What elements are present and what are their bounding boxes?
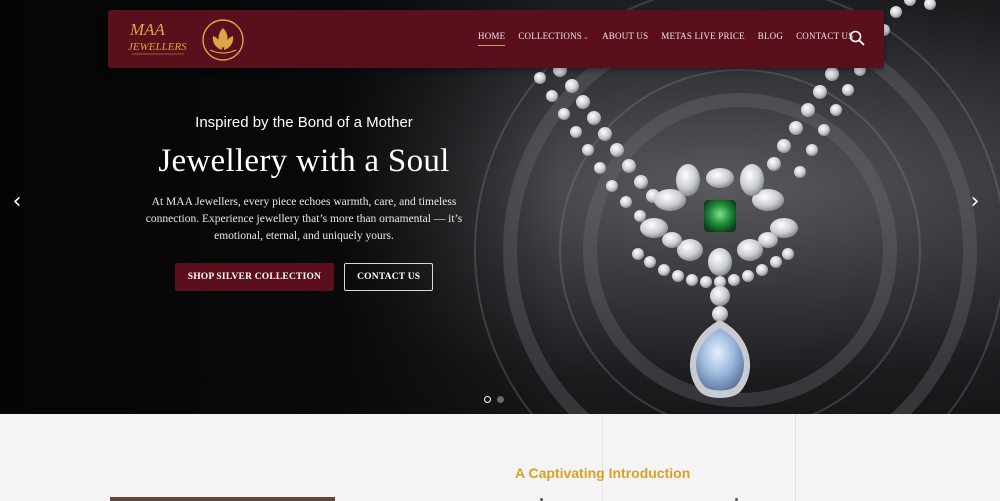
hero-headline: Jewellery with a Soul [158,143,450,179]
slide-dot-2[interactable] [497,396,504,403]
maa-jewellers-logo[interactable]: MAA JEWELLERS [128,16,244,64]
nav-collections-label: COLLECTIONS [518,31,583,41]
divider [795,414,796,501]
nav-home[interactable]: HOME [478,31,506,46]
contact-us-button[interactable]: CONTACT US [344,263,434,291]
nav-contact-us[interactable]: CONTACT US [796,31,853,41]
intro-image [110,497,335,501]
logo-text-maa: MAA [129,20,166,39]
nav-about-us[interactable]: ABOUT US [602,31,648,41]
hero-description: At MAA Jewellers, every piece echoes war… [145,196,463,242]
site-header: MAA JEWELLERS HOME COLLECTIONS⌄ ABOUT US… [108,10,884,68]
nav-metas-live-price[interactable]: METAS LIVE PRICE [661,31,744,41]
divider [602,414,603,501]
slide-dot-1[interactable] [484,396,491,403]
chevron-down-icon: ⌄ [583,33,590,41]
logo-text-jewellers: JEWELLERS [128,41,187,53]
hero-tagline: Inspired by the Bond of a Mother [195,114,413,131]
shop-silver-collection-button[interactable]: SHOP SILVER COLLECTION [174,263,335,291]
search-icon[interactable] [849,30,865,46]
hero-content: Inspired by the Bond of a Mother Jewelle… [140,114,468,291]
nav-collections[interactable]: COLLECTIONS⌄ [518,31,589,41]
intro-title: A Captivating Introduction [515,465,691,481]
slider-pagination [484,396,504,403]
nav-blog[interactable]: BLOG [758,31,783,41]
main-nav: HOME COLLECTIONS⌄ ABOUT US METAS LIVE PR… [478,31,866,46]
hero-cta-group: SHOP SILVER COLLECTION CONTACT US [140,263,468,291]
slider-next-arrow[interactable]: › [965,190,985,214]
slider-prev-arrow[interactable]: ‹ [7,190,27,214]
